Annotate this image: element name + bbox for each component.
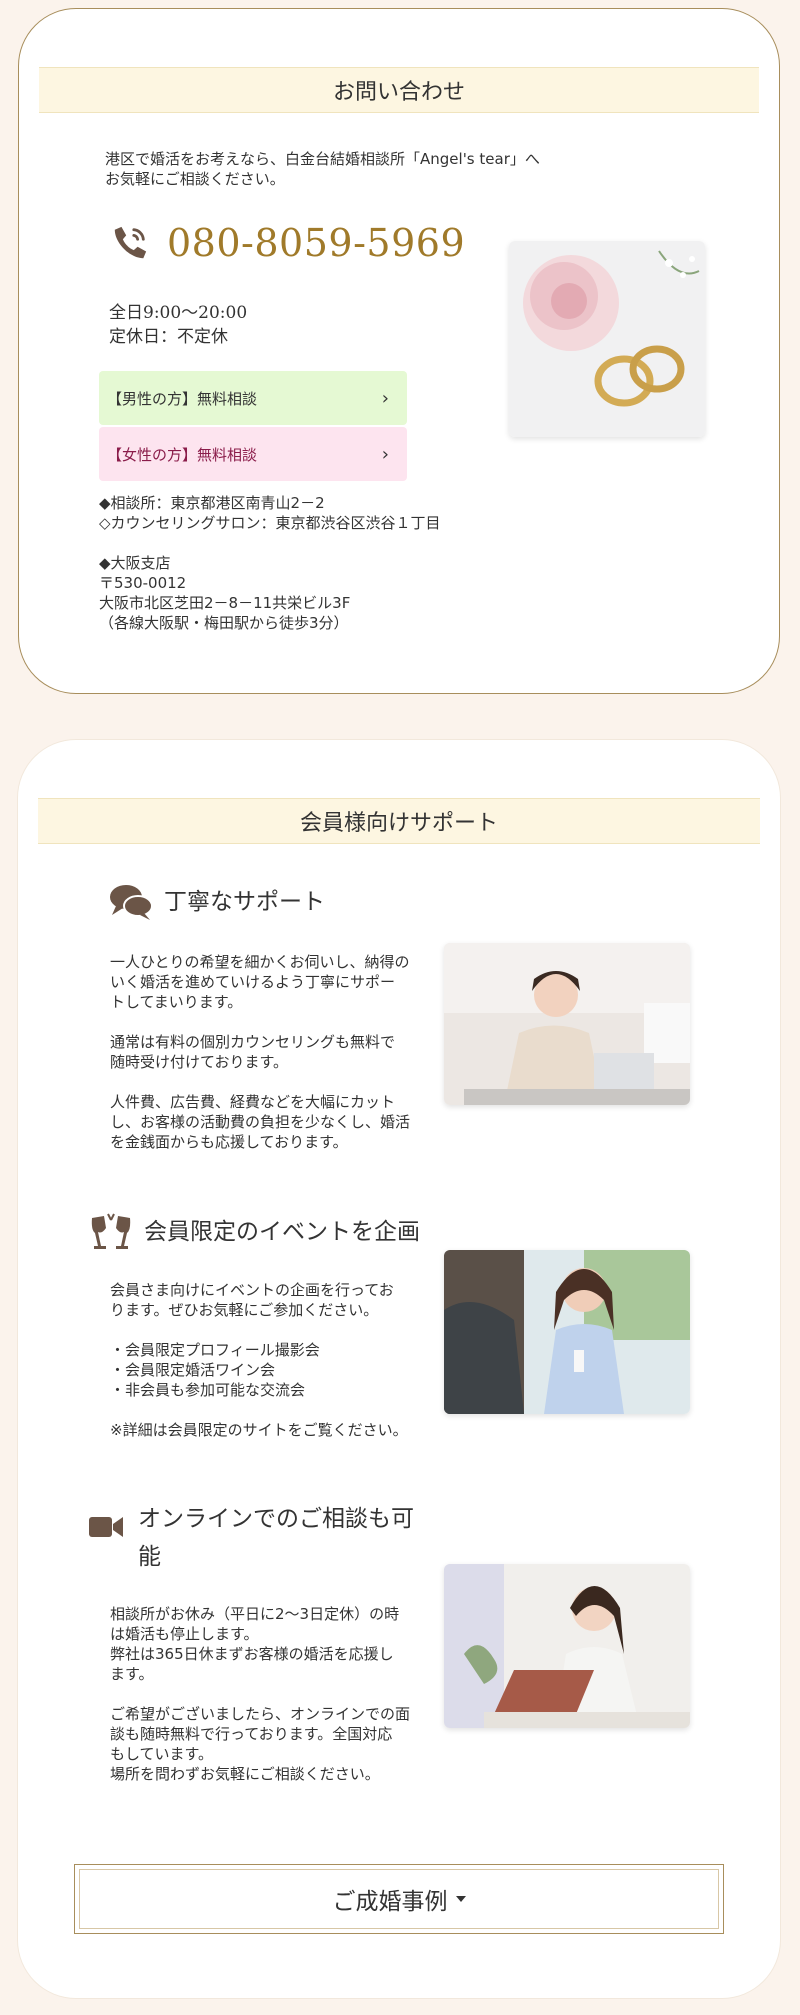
paragraph: ・会員限定プロフィール撮影会 ・会員限定婚活ワイン会 ・非会員も参加可能な交流会 (110, 1341, 320, 1399)
section-online-consult-text: 相談所がお休み（平日に2～3日定休）の時 は婚活も停止します。 弊社は365日休… (110, 1604, 410, 1784)
paragraph: 通常は有料の個別カウンセリングも無料で 随時受け付けております。 (110, 1033, 396, 1071)
contact-card: お問い合わせ 港区で婚活をお考えなら、白金台結婚相談所「Angel's tear… (18, 8, 780, 694)
phone-link[interactable]: 080-8059-5969 (111, 221, 465, 265)
men-consult-button[interactable]: 【男性の方】無料相談 › (99, 371, 407, 425)
contact-intro: 港区で婚活をお考えなら、白金台結婚相談所「Angel's tear」へ お気軽に… (105, 149, 540, 189)
section-member-events-text: 会員さま向けにイベントの企画を行ってお ります。ぜひお気軽にご参加ください。 ・… (110, 1280, 408, 1440)
men-consult-label: 【男性の方】無料相談 (107, 389, 258, 408)
section-heading: 会員限定のイベントを企画 (144, 1219, 420, 1245)
holiday-line: 定休日：不定休 (109, 327, 228, 347)
address-block: ◆相談所：東京都港区南青山2－2 ◇カウンセリングサロン：東京都渋谷区渋谷１丁目… (99, 493, 441, 633)
wedding-cases-label: ご成婚事例 (332, 1889, 448, 1915)
business-hours: 全日9:00～20:00 定休日：不定休 (109, 301, 247, 349)
section-heading: 丁寧なサポート (164, 889, 325, 915)
section-heading-wrap: 能 (138, 1544, 161, 1570)
support-title: 会員様向けサポート (299, 811, 498, 836)
chevron-right-icon: › (381, 387, 389, 409)
contact-title: お問い合わせ (332, 80, 465, 105)
address-line: ◇カウンセリングサロン：東京都渋谷区渋谷１丁目 (99, 514, 441, 532)
paragraph: 人件費、広告費、経費などを大幅にカット し、お客様の活動費の負担を少なくし、婚活… (110, 1093, 411, 1151)
paragraph: ご希望がございましたら、オンラインでの面 談も随時無料で行っております。全国対応… (110, 1705, 411, 1783)
contact-intro-line1: 港区で婚活をお考えなら、白金台結婚相談所「Angel's tear」へ (105, 150, 540, 168)
address-line: 〒530-0012 (99, 574, 187, 592)
chevron-right-icon: › (381, 443, 389, 465)
section-heading: オンラインでのご相談も可 (138, 1506, 414, 1532)
support-title-band: 会員様向けサポート (38, 798, 760, 844)
phone-icon (114, 226, 147, 259)
contact-title-band: お問い合わせ (39, 67, 759, 113)
paragraph: ※詳細は会員限定のサイトをご覧ください。 (110, 1421, 408, 1439)
section-online-consult-heading: オンラインでのご相談も可 能 (88, 1500, 414, 1576)
contact-intro-line2: お気軽にご相談ください。 (105, 170, 285, 188)
address-line: （各線大阪駅・梅田駅から徒歩3分） (99, 614, 349, 632)
section-member-events-heading: 会員限定のイベントを企画 (88, 1212, 420, 1252)
chat-bubbles-icon (110, 885, 153, 920)
address-line: 大阪市北区芝田2－8－11共栄ビル3F (99, 594, 351, 612)
paragraph: 会員さま向けにイベントの企画を行ってお ります。ぜひお気軽にご参加ください。 (110, 1281, 394, 1319)
hours-line: 全日9:00～20:00 (109, 303, 248, 323)
women-consult-button[interactable]: 【女性の方】無料相談 › (99, 427, 407, 481)
online-consult-photo (444, 1564, 690, 1728)
paragraph: 相談所がお休み（平日に2～3日定休）の時 は婚活も停止します。 弊社は365日休… (110, 1605, 400, 1683)
address-line: ◆大阪支店 (99, 554, 171, 572)
wedding-cases-button[interactable]: ご成婚事例 (74, 1864, 724, 1934)
caret-down-icon (455, 1896, 466, 1902)
women-consult-label: 【女性の方】無料相談 (107, 445, 258, 464)
phone-number[interactable]: 080-8059-5969 (167, 221, 465, 265)
video-camera-icon (89, 1517, 123, 1537)
member-support-card: 会員様向けサポート 丁寧なサポート 一人ひとりの希望を細かくお伺いし、納得の い… (18, 740, 780, 1998)
consultant-photo (444, 943, 690, 1105)
paragraph: 一人ひとりの希望を細かくお伺いし、納得の いく婚活を進めていけるよう丁寧にサポー… (110, 953, 410, 1011)
address-line: ◆相談所：東京都港区南青山2－2 (99, 494, 325, 512)
wine-glasses-icon (91, 1213, 131, 1249)
section-careful-support-heading: 丁寧なサポート (108, 882, 325, 922)
section-careful-support-text: 一人ひとりの希望を細かくお伺いし、納得の いく婚活を進めていけるよう丁寧にサポー… (110, 952, 410, 1152)
rings-photo (509, 241, 705, 437)
event-couple-photo (444, 1250, 690, 1414)
